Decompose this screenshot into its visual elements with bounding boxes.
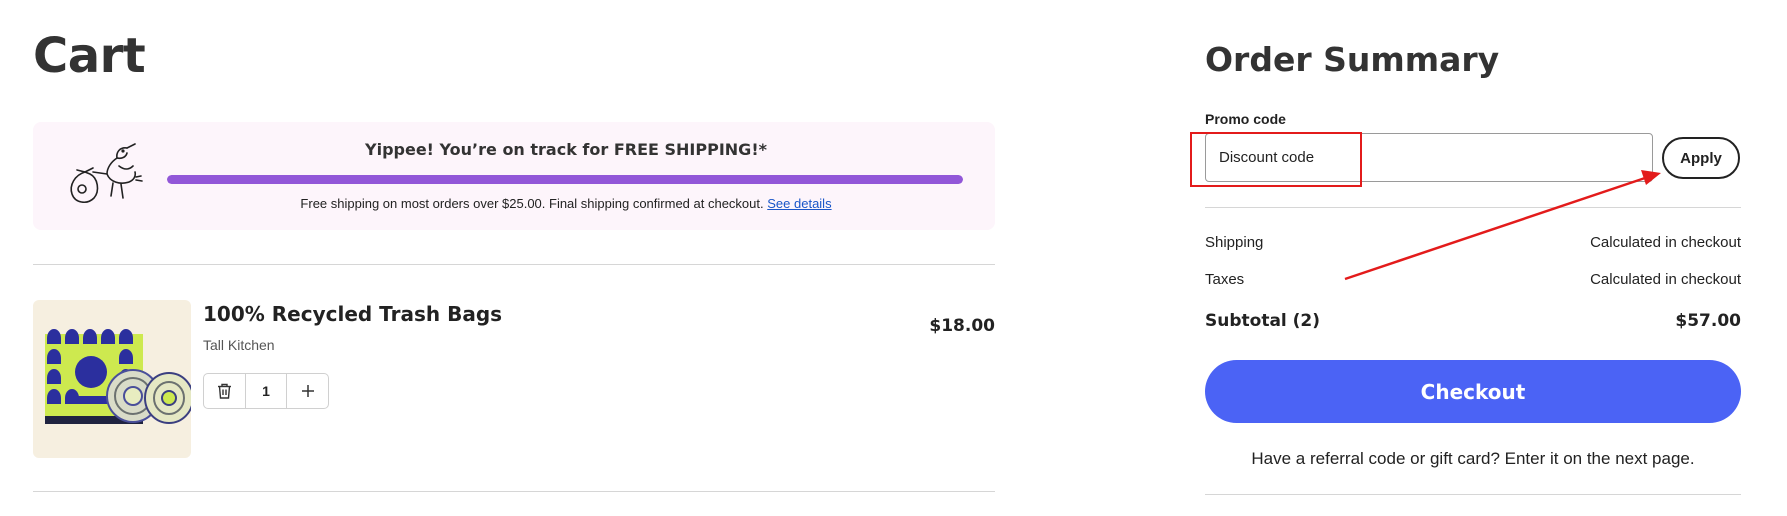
- quantity-stepper: 1: [203, 373, 329, 409]
- subtotal-row: Subtotal (2) $57.00: [1205, 311, 1741, 331]
- taxes-label: Taxes: [1205, 271, 1245, 288]
- promo-code-input[interactable]: [1205, 133, 1653, 182]
- trash-bags-image: [45, 329, 191, 424]
- shipping-value: Calculated in checkout: [1590, 234, 1741, 251]
- product-image: [33, 300, 191, 458]
- checkout-button[interactable]: Checkout: [1205, 360, 1741, 423]
- cart-divider-bottom: [33, 491, 995, 492]
- taxes-row: Taxes Calculated in checkout: [1205, 271, 1741, 288]
- product-price: $18.00: [929, 316, 995, 336]
- see-details-link[interactable]: See details: [767, 196, 831, 211]
- shipping-row: Shipping Calculated in checkout: [1205, 234, 1741, 251]
- shipping-note-text: Free shipping on most orders over $25.00…: [300, 196, 764, 211]
- shipping-note: Free shipping on most orders over $25.00…: [167, 196, 965, 211]
- cart-divider-top: [33, 264, 995, 265]
- product-name[interactable]: 100% Recycled Trash Bags: [203, 302, 502, 326]
- shipping-progress-fill: [167, 175, 963, 184]
- increase-quantity-button[interactable]: [287, 374, 328, 408]
- quantity-value[interactable]: 1: [245, 374, 287, 408]
- plus-icon: [301, 385, 314, 397]
- apply-promo-button[interactable]: Apply: [1662, 137, 1740, 179]
- trash-icon: [218, 383, 231, 399]
- product-variant: Tall Kitchen: [203, 337, 275, 353]
- taxes-value: Calculated in checkout: [1590, 271, 1741, 288]
- referral-note: Have a referral code or gift card? Enter…: [1251, 449, 1695, 468]
- subtotal-value: $57.00: [1675, 311, 1741, 331]
- shipping-progress-bar: [167, 175, 963, 184]
- subtotal-label: Subtotal (2): [1205, 311, 1321, 331]
- stork-icon: [70, 143, 143, 203]
- remove-item-button[interactable]: [204, 374, 245, 408]
- annotation-arrow: [1344, 170, 1661, 281]
- free-shipping-headline: Yippee! You’re on track for FREE SHIPPIN…: [365, 140, 767, 159]
- order-summary-title: Order Summary: [1205, 40, 1500, 79]
- summary-divider: [1205, 207, 1741, 208]
- shipping-label: Shipping: [1205, 234, 1264, 251]
- summary-divider-bottom: [1205, 494, 1741, 495]
- free-shipping-banner: Yippee! You’re on track for FREE SHIPPIN…: [33, 122, 995, 230]
- promo-code-label: Promo code: [1205, 111, 1286, 127]
- cart-title: Cart: [33, 28, 146, 84]
